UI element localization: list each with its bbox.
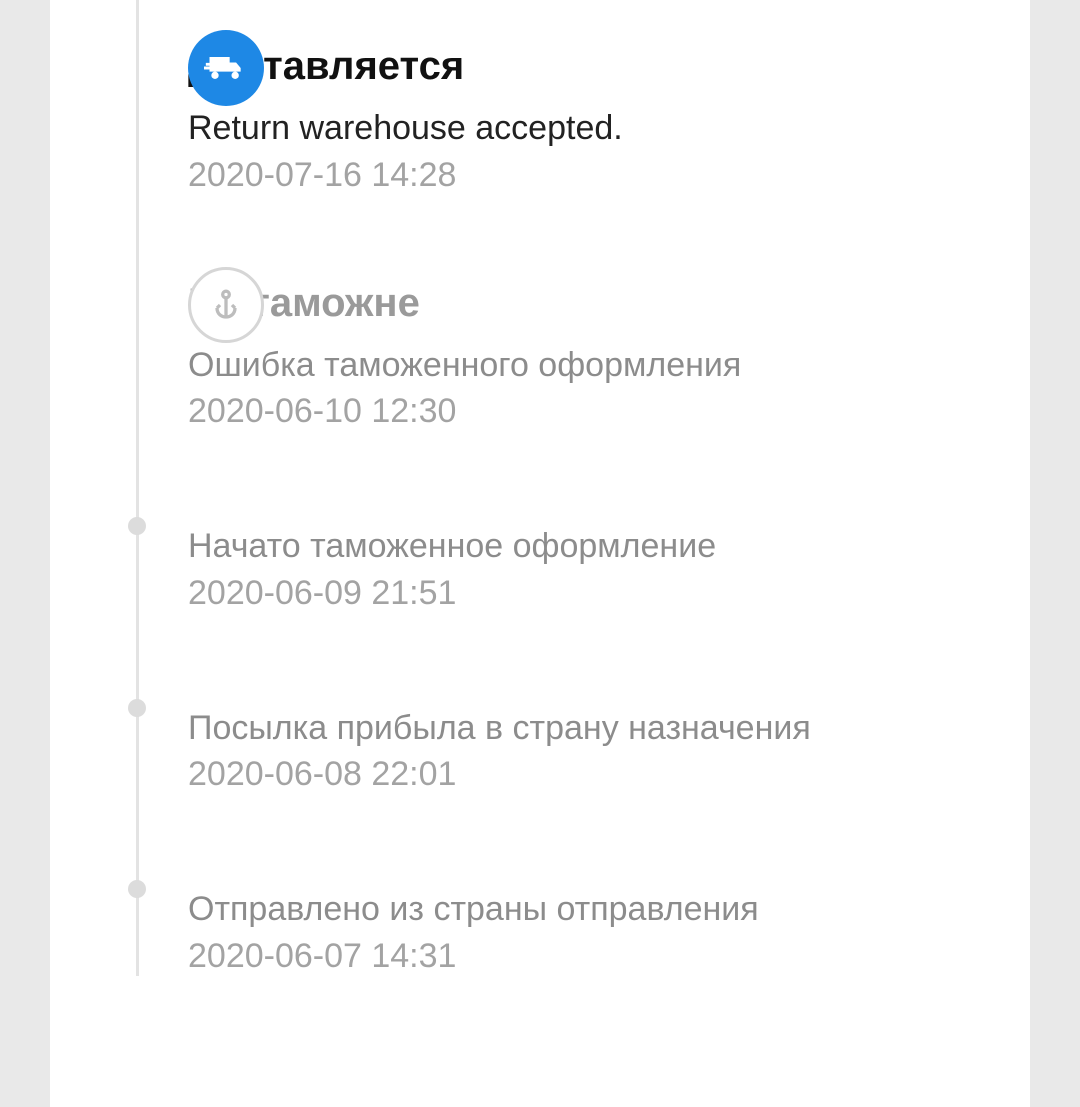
stage-delivering: Доставляется Return warehouse accepted. … <box>188 30 990 195</box>
timeline-event: Отправлено из страны отправления 2020-06… <box>188 866 990 976</box>
stage-customs: На таможне Ошибка таможенного оформления… <box>188 267 990 432</box>
event-message: Ошибка таможенного оформления <box>188 344 990 387</box>
anchor-icon <box>188 267 264 343</box>
event-timestamp: 2020-06-08 22:01 <box>188 755 990 794</box>
timeline-event: Начато таможенное оформление 2020-06-09 … <box>188 503 990 613</box>
truck-icon <box>188 30 264 106</box>
event-message: Return warehouse accepted. <box>188 107 990 150</box>
timeline: Доставляется Return warehouse accepted. … <box>98 30 990 976</box>
timeline-line <box>136 0 139 976</box>
event-timestamp: 2020-06-09 21:51 <box>188 574 990 613</box>
tracking-card: Доставляется Return warehouse accepted. … <box>50 0 1030 1107</box>
dot-icon <box>128 699 146 717</box>
event-timestamp: 2020-06-10 12:30 <box>188 392 990 431</box>
timeline-event: Посылка прибыла в страну назначения 2020… <box>188 685 990 795</box>
dot-icon <box>128 880 146 898</box>
stage-title: Доставляется <box>188 30 990 89</box>
event-message: Начато таможенное оформление <box>188 525 990 568</box>
stage-title: На таможне <box>188 267 990 326</box>
event-message: Отправлено из страны отправления <box>188 888 990 931</box>
event-message: Посылка прибыла в страну назначения <box>188 707 990 750</box>
event-timestamp: 2020-06-07 14:31 <box>188 937 990 976</box>
event-timestamp: 2020-07-16 14:28 <box>188 156 990 195</box>
dot-icon <box>128 517 146 535</box>
